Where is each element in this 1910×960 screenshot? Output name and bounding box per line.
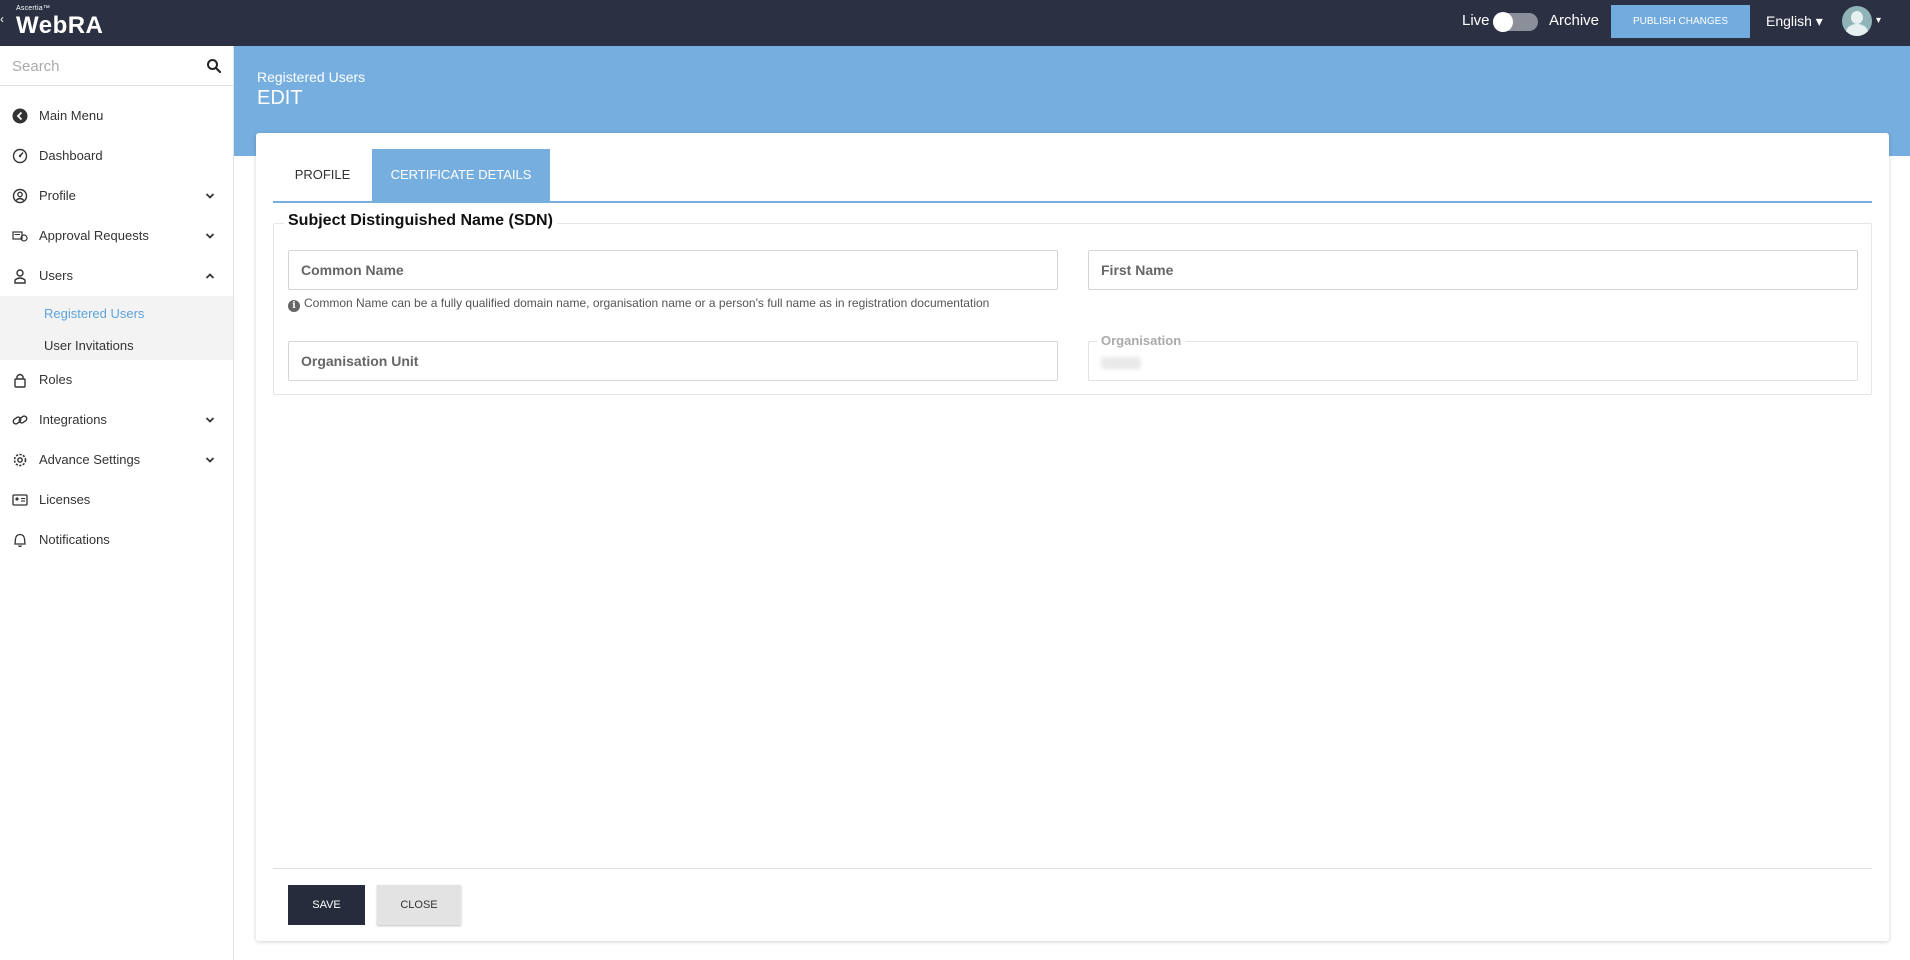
search-icon[interactable] [206, 58, 222, 74]
sidebar-item-notifications[interactable]: Notifications [0, 520, 233, 560]
tab-profile[interactable]: PROFILE [273, 149, 372, 201]
sidebar-item-roles[interactable]: Roles [0, 360, 233, 400]
top-bar: ‹ Ascertia™ WebRA Live Archive PUBLISH C… [0, 0, 1910, 46]
publish-changes-button[interactable]: PUBLISH CHANGES [1611, 5, 1750, 38]
sidebar-item-label: Advance Settings [39, 452, 141, 467]
archive-label: Archive [1549, 12, 1600, 29]
chevron-down-icon [205, 193, 215, 199]
tab-certificate-details[interactable]: CERTIFICATE DETAILS [372, 149, 550, 201]
dashboard-icon [12, 148, 28, 164]
organisation-unit-field[interactable]: Organisation Unit [288, 341, 1058, 381]
sdn-fieldset: Subject Distinguished Name (SDN) Common … [273, 212, 1872, 395]
sidebar-item-label: Roles [39, 372, 73, 387]
users-icon [14, 269, 26, 284]
users-submenu: Registered Users User Invitations [0, 296, 233, 360]
tab-bar: PROFILE CERTIFICATE DETAILS [273, 149, 1872, 203]
live-archive-toggle[interactable] [1493, 12, 1538, 32]
avatar-body [1846, 24, 1868, 36]
avatar[interactable] [1842, 6, 1872, 36]
link-icon [12, 415, 28, 425]
edit-card: PROFILE CERTIFICATE DETAILS Subject Dist… [256, 133, 1889, 941]
sidebar-item-label: Notifications [39, 532, 110, 547]
sidebar-item-users[interactable]: Users [0, 256, 233, 296]
back-circle-icon [12, 108, 28, 124]
live-label: Live [1462, 12, 1490, 29]
sidebar-item-label: Dashboard [39, 148, 103, 163]
lock-icon [14, 373, 26, 388]
sidebar-search [0, 46, 233, 86]
brand-name: WebRA [16, 12, 104, 39]
license-icon [12, 494, 28, 506]
info-icon: i [288, 300, 300, 312]
sidebar-item-dashboard[interactable]: Dashboard [0, 136, 233, 176]
approval-icon [12, 231, 28, 242]
sidebar-item-main-menu[interactable]: Main Menu [0, 96, 233, 136]
toggle-knob [1493, 12, 1513, 32]
sidebar-item-approval-requests[interactable]: Approval Requests [0, 216, 233, 256]
chevron-up-icon [205, 273, 215, 279]
language-selector[interactable]: English ▾ [1766, 13, 1823, 30]
sidebar-item-label: Approval Requests [39, 228, 149, 243]
sidebar-item-profile[interactable]: Profile [0, 176, 233, 216]
common-name-field[interactable]: Common Name [288, 250, 1058, 290]
chevron-down-icon [205, 417, 215, 423]
sidebar-item-advance-settings[interactable]: Advance Settings [0, 440, 233, 480]
sidebar-item-label: Main Menu [39, 108, 104, 123]
first-name-label: First Name [1101, 262, 1174, 278]
gear-icon [13, 453, 27, 467]
first-name-field[interactable]: First Name [1088, 250, 1858, 290]
sidebar-item-integrations[interactable]: Integrations [0, 400, 233, 440]
page-title: EDIT [257, 87, 303, 109]
common-name-hint: i Common Name can be a fully qualified do… [288, 296, 989, 312]
sdn-legend: Subject Distinguished Name (SDN) [284, 212, 557, 230]
chevron-down-icon [205, 457, 215, 463]
sidebar-item-licenses[interactable]: Licenses [0, 480, 233, 520]
organisation-field: Organisation [1088, 333, 1858, 381]
avatar-head [1851, 11, 1863, 24]
organisation-value-redacted [1101, 357, 1141, 369]
search-input[interactable] [12, 55, 202, 77]
submenu-item-user-invitations[interactable]: User Invitations [44, 338, 134, 353]
breadcrumb[interactable]: Registered Users [257, 69, 365, 85]
back-arrow-icon[interactable]: ‹ [0, 12, 4, 26]
organisation-label: Organisation [1097, 333, 1186, 348]
sidebar-item-label: Profile [39, 188, 76, 203]
brand-logo[interactable]: Ascertia™ WebRA [16, 5, 103, 39]
close-button[interactable]: CLOSE [377, 885, 461, 925]
footer-divider [273, 868, 1872, 869]
sidebar: Main Menu Dashboard Profile Approval Req… [0, 46, 234, 960]
submenu-item-registered-users[interactable]: Registered Users [44, 306, 144, 321]
sidebar-item-label: Licenses [39, 492, 91, 507]
chevron-down-icon [205, 233, 215, 239]
sidebar-item-label: Users [39, 268, 73, 283]
sidebar-item-label: Integrations [39, 412, 107, 427]
save-button[interactable]: SAVE [288, 885, 365, 925]
bell-icon [14, 533, 26, 548]
common-name-label: Common Name [301, 262, 404, 278]
organisation-unit-label: Organisation Unit [301, 353, 419, 369]
avatar-caret-icon[interactable]: ▾ [1876, 15, 1881, 26]
hint-text: Common Name can be a fully qualified dom… [304, 296, 990, 310]
user-circle-icon [12, 188, 28, 204]
